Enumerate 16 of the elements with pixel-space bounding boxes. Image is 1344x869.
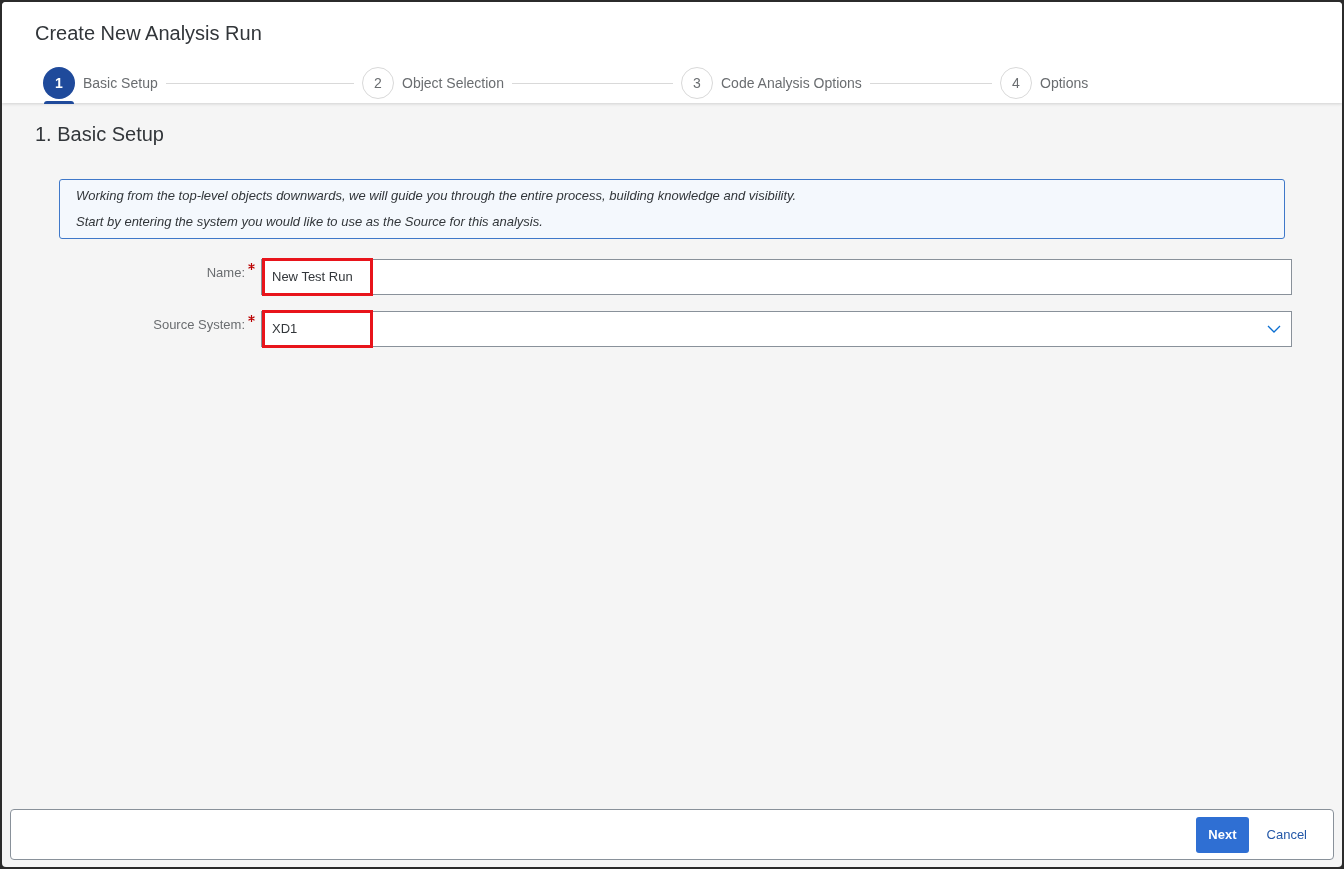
- next-button[interactable]: Next: [1196, 816, 1249, 853]
- section-title: 1. Basic Setup: [35, 122, 165, 147]
- info-text: Start by entering the system you would like to use as the Source for this analysis.: [76, 214, 544, 230]
- input-field[interactable]: New Test Run: [261, 259, 1292, 295]
- cancel-link[interactable]: Cancel: [1256, 816, 1317, 853]
- active-step-indicator: [44, 101, 74, 104]
- wizard-step[interactable]: 1 Basic Setup: [43, 63, 158, 103]
- field-label: Source System:: [153, 316, 245, 334]
- field-label: Name:: [206, 264, 245, 282]
- chevron-down-icon: [1267, 325, 1281, 333]
- wizard-step[interactable]: 2 Object Selection: [362, 63, 504, 103]
- info-text: Working from the top-level objects downwards, we will guide you through the entire process, building knowledge and visibility.: [76, 188, 798, 204]
- dropdown-field[interactable]: XD1: [261, 311, 1292, 347]
- dialog-title: Create New Analysis Run: [35, 21, 263, 45]
- wizard-step[interactable]: 3 Code Analysis Options: [681, 63, 862, 103]
- wizard-step[interactable]: 4 Options: [1000, 63, 1089, 103]
